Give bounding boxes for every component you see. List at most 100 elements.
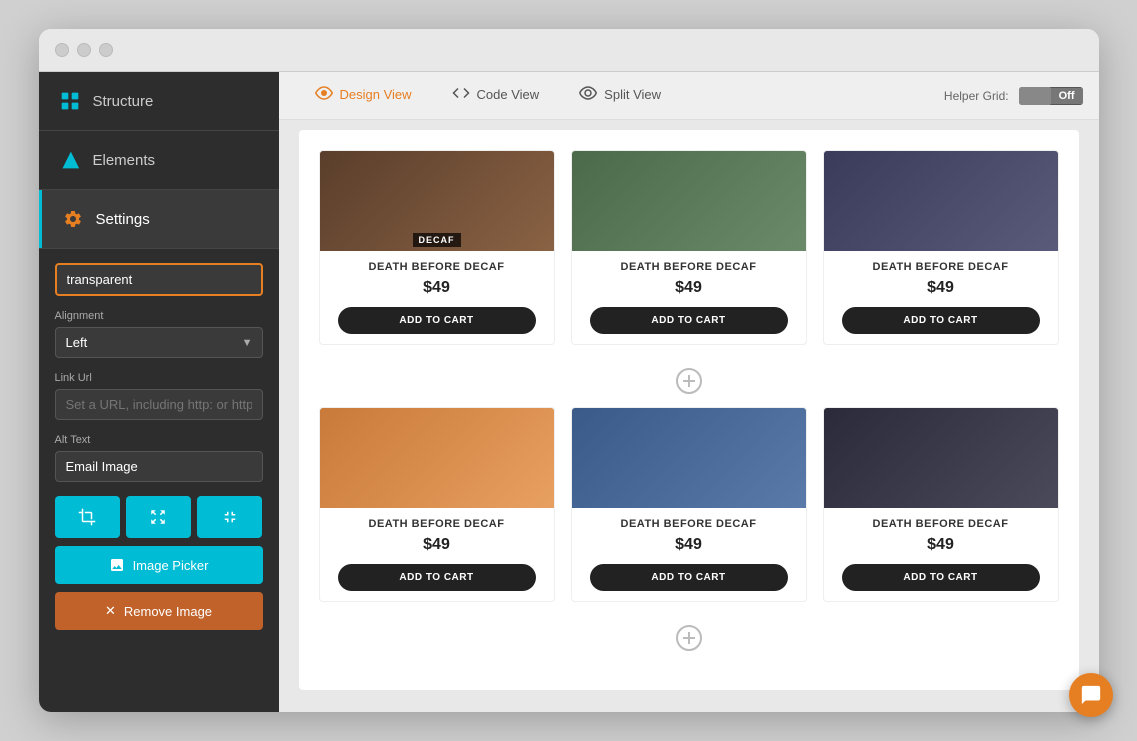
alt-text-group: Alt Text bbox=[55, 434, 263, 482]
product-card-bot-3: DEATH BEFORE DECAF $49 ADD TO CART bbox=[823, 407, 1059, 602]
add-to-cart-bot-3[interactable]: ADD TO CART bbox=[842, 564, 1040, 591]
product-name-top-2: DEATH BEFORE DECAF bbox=[580, 261, 798, 273]
design-view-label: Design View bbox=[340, 87, 412, 102]
sidebar-structure-label: Structure bbox=[93, 93, 154, 110]
sidebar-elements-label: Elements bbox=[93, 152, 156, 169]
product-price-bot-3: $49 bbox=[832, 536, 1050, 554]
product-img-wrap-top-1: DECAF bbox=[320, 151, 554, 251]
design-view-icon bbox=[315, 84, 333, 106]
bg-color-input[interactable] bbox=[55, 263, 263, 296]
product-card-top-2: DEATH BEFORE DECAF $49 ADD TO CART bbox=[571, 150, 807, 345]
product-price-bot-2: $49 bbox=[580, 536, 798, 554]
product-img-bot-1 bbox=[320, 408, 554, 508]
product-price-bot-1: $49 bbox=[328, 536, 546, 554]
tab-code-view[interactable]: Code View bbox=[432, 72, 560, 122]
product-img-bot-2 bbox=[572, 408, 806, 508]
split-view-label: Split View bbox=[604, 87, 661, 102]
add-row-btn-bottom[interactable] bbox=[319, 612, 1059, 664]
tab-design-view[interactable]: Design View bbox=[295, 72, 432, 122]
helper-grid-toggle[interactable]: Off bbox=[1019, 87, 1083, 105]
tab-split-view[interactable]: Split View bbox=[559, 72, 681, 122]
expand-tool-btn[interactable] bbox=[126, 496, 191, 538]
add-to-cart-bot-1[interactable]: ADD TO CART bbox=[338, 564, 536, 591]
structure-icon bbox=[59, 90, 81, 112]
product-img-bot-3 bbox=[824, 408, 1058, 508]
remove-image-label: Remove Image bbox=[124, 604, 212, 619]
product-info-top-3: DEATH BEFORE DECAF $49 ADD TO CART bbox=[824, 251, 1058, 344]
sidebar: Structure Elements Settings bbox=[39, 72, 279, 712]
shrink-tool-btn[interactable] bbox=[197, 496, 262, 538]
elements-icon bbox=[59, 149, 81, 171]
image-tools bbox=[55, 496, 263, 538]
tabs-left: Design View Code View Split View bbox=[295, 72, 682, 122]
top-product-section: DECAF DEATH BEFORE DECAF $49 ADD TO CART bbox=[319, 150, 1059, 345]
remove-image-btn[interactable]: ✕ Remove Image bbox=[55, 592, 263, 630]
product-name-bot-2: DEATH BEFORE DECAF bbox=[580, 518, 798, 530]
product-img-wrap-top-2 bbox=[572, 151, 806, 251]
toggle-track bbox=[1019, 87, 1051, 105]
sidebar-settings-label: Settings bbox=[96, 211, 150, 228]
alignment-select[interactable]: Left Center Right bbox=[55, 327, 263, 358]
product-img-wrap-bot-3 bbox=[824, 408, 1058, 508]
browser-btn-close[interactable] bbox=[55, 43, 69, 57]
sidebar-item-settings[interactable]: Settings bbox=[39, 190, 279, 248]
add-to-cart-top-3[interactable]: ADD TO CART bbox=[842, 307, 1040, 334]
crop-tool-btn[interactable] bbox=[55, 496, 120, 538]
product-price-top-3: $49 bbox=[832, 279, 1050, 297]
split-view-icon bbox=[579, 84, 597, 106]
view-tabs-bar: Design View Code View Split View bbox=[279, 72, 1099, 120]
product-card-top-3: DEATH BEFORE DECAF $49 ADD TO CART bbox=[823, 150, 1059, 345]
alignment-label: Alignment bbox=[55, 310, 263, 322]
top-product-grid: DECAF DEATH BEFORE DECAF $49 ADD TO CART bbox=[319, 150, 1059, 345]
main-content: Design View Code View Split View bbox=[279, 72, 1099, 712]
product-info-bot-3: DEATH BEFORE DECAF $49 ADD TO CART bbox=[824, 508, 1058, 601]
product-name-bot-1: DEATH BEFORE DECAF bbox=[328, 518, 546, 530]
browser-titlebar bbox=[39, 29, 1099, 72]
toggle-off-label: Off bbox=[1051, 88, 1083, 104]
add-to-cart-top-1[interactable]: ADD TO CART bbox=[338, 307, 536, 334]
product-img-wrap-top-3 bbox=[824, 151, 1058, 251]
settings-icon bbox=[62, 208, 84, 230]
link-url-input[interactable] bbox=[55, 389, 263, 420]
product-info-top-2: DEATH BEFORE DECAF $49 ADD TO CART bbox=[572, 251, 806, 344]
link-url-label: Link Url bbox=[55, 372, 263, 384]
add-row-btn-middle[interactable] bbox=[319, 355, 1059, 407]
remove-x-icon: ✕ bbox=[105, 603, 116, 619]
bottom-product-grid: DEATH BEFORE DECAF $49 ADD TO CART bbox=[319, 407, 1059, 602]
sidebar-item-structure[interactable]: Structure bbox=[39, 72, 279, 130]
alt-text-label: Alt Text bbox=[55, 434, 263, 446]
browser-content: Structure Elements Settings bbox=[39, 72, 1099, 712]
product-card-bot-1: DEATH BEFORE DECAF $49 ADD TO CART bbox=[319, 407, 555, 602]
browser-btn-max[interactable] bbox=[99, 43, 113, 57]
alt-text-input[interactable] bbox=[55, 451, 263, 482]
chat-widget[interactable] bbox=[1069, 673, 1113, 717]
product-img-top-2 bbox=[572, 151, 806, 251]
add-to-cart-top-2[interactable]: ADD TO CART bbox=[590, 307, 788, 334]
code-view-icon bbox=[452, 84, 470, 106]
alignment-select-wrapper: Left Center Right ▼ bbox=[55, 327, 263, 358]
product-info-bot-1: DEATH BEFORE DECAF $49 ADD TO CART bbox=[320, 508, 554, 601]
sidebar-controls: Alignment Left Center Right ▼ Link Url bbox=[39, 249, 279, 712]
image-picker-label: Image Picker bbox=[133, 558, 209, 573]
browser-btn-min[interactable] bbox=[77, 43, 91, 57]
product-name-top-3: DEATH BEFORE DECAF bbox=[832, 261, 1050, 273]
link-url-group: Link Url bbox=[55, 372, 263, 420]
product-price-top-2: $49 bbox=[580, 279, 798, 297]
add-to-cart-bot-2[interactable]: ADD TO CART bbox=[590, 564, 788, 591]
image-picker-btn[interactable]: Image Picker bbox=[55, 546, 263, 584]
bottom-product-section: DEATH BEFORE DECAF $49 ADD TO CART bbox=[319, 407, 1059, 602]
product-name-bot-3: DEATH BEFORE DECAF bbox=[832, 518, 1050, 530]
product-card-bot-2: DEATH BEFORE DECAF $49 ADD TO CART bbox=[571, 407, 807, 602]
alignment-group: Alignment Left Center Right ▼ bbox=[55, 310, 263, 358]
product-card-top-1: DECAF DEATH BEFORE DECAF $49 ADD TO CART bbox=[319, 150, 555, 345]
sidebar-nav: Structure Elements Settings bbox=[39, 72, 279, 249]
helper-grid-control: Helper Grid: Off bbox=[944, 87, 1083, 105]
product-price-top-1: $49 bbox=[328, 279, 546, 297]
product-img-top-3 bbox=[824, 151, 1058, 251]
product-img-wrap-bot-2 bbox=[572, 408, 806, 508]
sidebar-item-elements[interactable]: Elements bbox=[39, 131, 279, 189]
code-view-label: Code View bbox=[477, 87, 540, 102]
product-name-top-1: DEATH BEFORE DECAF bbox=[328, 261, 546, 273]
product-img-wrap-bot-1 bbox=[320, 408, 554, 508]
browser-window: Structure Elements Settings bbox=[39, 29, 1099, 712]
